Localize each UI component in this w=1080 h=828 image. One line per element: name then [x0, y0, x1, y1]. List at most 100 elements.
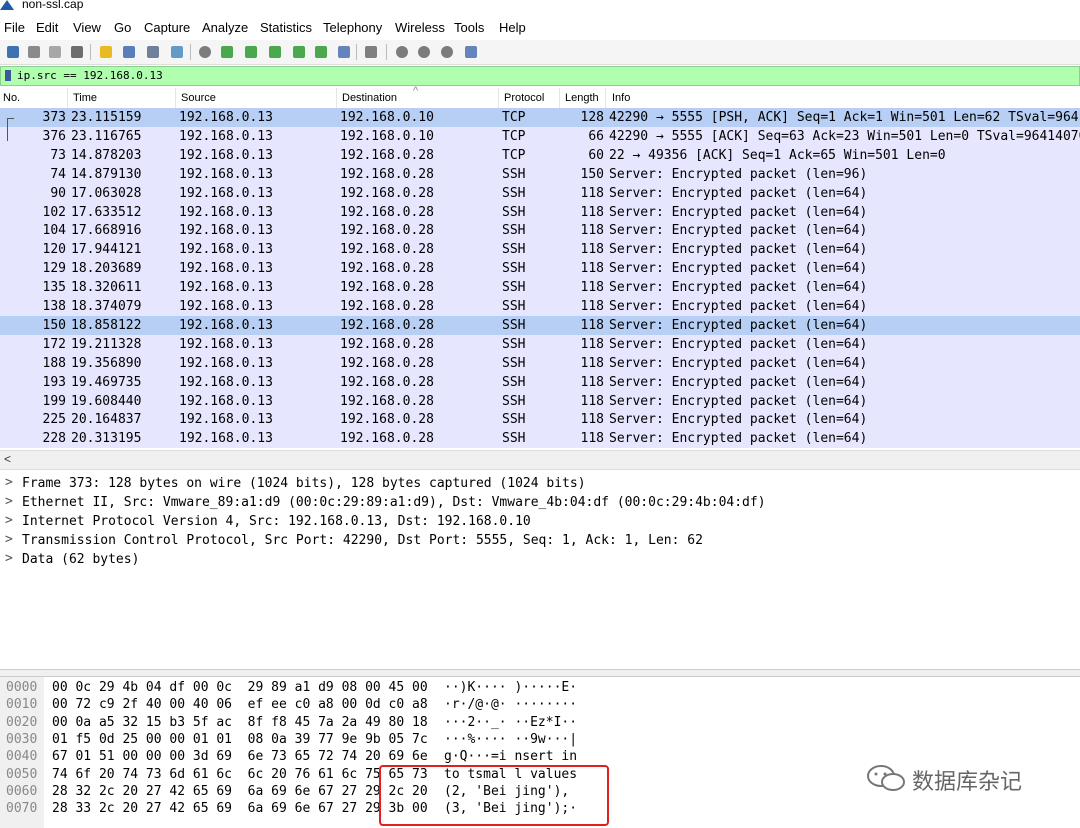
ascii-bytes[interactable]: ···2··_· ··Ez*I··: [444, 715, 577, 730]
packet-row[interactable]: 228 20.313195 192.168.0.13 192.168.0.28 SSH 1…: [0, 429, 1080, 449]
packet-len-cell: 150: [580, 166, 604, 182]
close-file-icon[interactable]: [144, 43, 162, 61]
packet-details[interactable]: > Frame 373: 128 bytes on wire (1024 bits…: [0, 470, 1080, 666]
packet-time-cell: 23.116765: [71, 128, 142, 144]
packet-time-cell: 20.313195: [71, 431, 142, 447]
hex-offset[interactable]: 0050: [6, 767, 37, 782]
shark-fin-start-icon[interactable]: [4, 43, 22, 61]
hex-bytes[interactable]: 74 6f 20 74 73 6d 61 6c 6c 20 76 61 6c 7…: [52, 767, 428, 782]
hex-bytes[interactable]: 00 0c 29 4b 04 df 00 0c 29 89 a1 d9 08 0…: [52, 680, 428, 695]
resize-columns-icon[interactable]: [462, 43, 480, 61]
packet-row[interactable]: 193 19.469735 192.168.0.13 192.168.0.28 SSH 1…: [0, 372, 1080, 392]
expand-arrow-icon[interactable]: >: [5, 494, 13, 509]
menu-capture[interactable]: Capture: [144, 20, 190, 35]
forward-icon[interactable]: [242, 43, 260, 61]
packet-row[interactable]: 73 14.878203 192.168.0.13 192.168.0.28 TCP 60…: [0, 145, 1080, 165]
autoscroll-icon[interactable]: [335, 43, 353, 61]
find-icon[interactable]: [196, 43, 214, 61]
save-icon[interactable]: [120, 43, 138, 61]
packet-row[interactable]: 104 17.668916 192.168.0.13 192.168.0.28 SSH 1…: [0, 221, 1080, 241]
stop-icon[interactable]: [25, 43, 43, 61]
expand-arrow-icon[interactable]: >: [5, 551, 13, 566]
packet-row[interactable]: 376 23.116765 192.168.0.13 192.168.0.10 TCP 6…: [0, 126, 1080, 146]
packet-row[interactable]: 225 20.164837 192.168.0.13 192.168.0.28 SSH 1…: [0, 410, 1080, 430]
packet-row[interactable]: 135 18.320611 192.168.0.13 192.168.0.28 SSH 1…: [0, 278, 1080, 298]
column-header-length[interactable]: Length: [565, 92, 599, 104]
options-icon[interactable]: [68, 43, 86, 61]
first-icon[interactable]: [290, 43, 308, 61]
pane-splitter[interactable]: [0, 669, 1080, 677]
column-header-info[interactable]: Info: [612, 92, 630, 104]
zoom-in-icon[interactable]: [393, 43, 411, 61]
menu-wireless[interactable]: Wireless: [395, 20, 445, 35]
ascii-bytes[interactable]: ··)K···· )·····E·: [444, 680, 577, 695]
ascii-bytes[interactable]: g·Q···=i nsert in: [444, 749, 577, 764]
column-header-source[interactable]: Source: [181, 92, 216, 104]
packet-len-cell: 118: [580, 280, 604, 296]
packet-row[interactable]: 102 17.633512 192.168.0.13 192.168.0.28 SSH 1…: [0, 202, 1080, 222]
menu-help[interactable]: Help: [499, 20, 526, 35]
packet-row[interactable]: 90 17.063028 192.168.0.13 192.168.0.28 SSH 11…: [0, 183, 1080, 203]
packet-no-cell: 193: [42, 374, 66, 390]
packet-list[interactable]: No. Time Source Destination ^ Protocol L…: [0, 85, 1080, 450]
colorize-icon[interactable]: [362, 43, 380, 61]
hex-offset[interactable]: 0020: [6, 715, 37, 730]
expand-arrow-icon[interactable]: >: [5, 532, 13, 547]
hex-bytes[interactable]: 01 f5 0d 25 00 00 01 01 08 0a 39 77 9e 9…: [52, 732, 428, 747]
back-icon[interactable]: [218, 43, 236, 61]
menu-go[interactable]: Go: [114, 20, 131, 35]
packet-row[interactable]: 199 19.608440 192.168.0.13 192.168.0.28 SSH 1…: [0, 391, 1080, 411]
hex-offset[interactable]: 0060: [6, 784, 37, 799]
packet-list-hscrollbar[interactable]: <: [0, 450, 1080, 470]
hex-offset[interactable]: 0070: [6, 801, 37, 816]
scroll-left-icon[interactable]: <: [4, 452, 11, 466]
expand-arrow-icon[interactable]: >: [5, 513, 13, 528]
menu-statistics[interactable]: Statistics: [260, 20, 312, 35]
menu-file[interactable]: File: [4, 20, 25, 35]
packet-row[interactable]: 129 18.203689 192.168.0.13 192.168.0.28 SSH 1…: [0, 259, 1080, 279]
column-header-no[interactable]: No.: [3, 92, 20, 104]
hex-bytes[interactable]: 00 72 c9 2f 40 00 40 06 ef ee c0 a8 00 0…: [52, 697, 428, 712]
packet-row[interactable]: 74 14.879130 192.168.0.13 192.168.0.28 SSH 15…: [0, 164, 1080, 184]
zoom-out-icon[interactable]: [415, 43, 433, 61]
hex-bytes[interactable]: 28 32 2c 20 27 42 65 69 6a 69 6e 67 27 2…: [52, 784, 428, 799]
watermark-text: 数据库杂记: [912, 769, 1023, 794]
reload-icon[interactable]: [168, 43, 186, 61]
ascii-bytes[interactable]: ·r·/@·@· ········: [444, 697, 577, 712]
packet-row[interactable]: 120 17.944121 192.168.0.13 192.168.0.28 SSH 1…: [0, 240, 1080, 260]
hex-bytes[interactable]: 28 33 2c 20 27 42 65 69 6a 69 6e 67 27 2…: [52, 801, 428, 816]
menu-analyze[interactable]: Analyze: [202, 20, 248, 35]
zoom-normal-icon[interactable]: [438, 43, 456, 61]
open-icon[interactable]: [97, 43, 115, 61]
hex-offset[interactable]: 0040: [6, 749, 37, 764]
hex-offset[interactable]: 0010: [6, 697, 37, 712]
menu-edit[interactable]: Edit: [36, 20, 58, 35]
packet-row[interactable]: 138 18.374079 192.168.0.13 192.168.0.28 SSH 1…: [0, 297, 1080, 316]
hex-bytes[interactable]: 00 0a a5 32 15 b3 5f ac 8f f8 45 7a 2a 4…: [52, 715, 428, 730]
hex-bytes[interactable]: 67 01 51 00 00 00 3d 69 6e 73 65 72 74 2…: [52, 749, 428, 764]
packet-row[interactable]: 172 19.211328 192.168.0.13 192.168.0.28 SSH 1…: [0, 334, 1080, 354]
column-header-destination[interactable]: Destination: [342, 92, 397, 104]
expand-arrow-icon[interactable]: >: [5, 475, 13, 490]
menu-tools[interactable]: Tools: [454, 20, 484, 35]
packet-row[interactable]: 150 18.858122 192.168.0.13 192.168.0.28 SSH 1…: [0, 315, 1080, 335]
column-header-time[interactable]: Time: [73, 92, 97, 104]
packet-row[interactable]: 188 19.356890 192.168.0.13 192.168.0.28 SSH 1…: [0, 353, 1080, 373]
goto-icon[interactable]: [266, 43, 284, 61]
hex-offset[interactable]: 0030: [6, 732, 37, 747]
menu-view[interactable]: View: [73, 20, 101, 35]
display-filter-bar[interactable]: ip.src == 192.168.0.13: [0, 66, 1080, 86]
hex-offset[interactable]: 0000: [6, 680, 37, 695]
restart-icon[interactable]: [46, 43, 64, 61]
menu-telephony[interactable]: Telephony: [323, 20, 382, 35]
packet-time-cell: 17.633512: [71, 204, 142, 220]
window-titlebar: non-ssl.cap: [0, 0, 1080, 12]
ascii-bytes[interactable]: ···%···· ··9w···|: [444, 732, 577, 747]
last-icon[interactable]: [312, 43, 330, 61]
packet-info-cell: 22 → 49356 [ACK] Seq=1 Ack=65 Win=501 Le…: [609, 147, 946, 163]
packet-no-cell: 172: [42, 336, 66, 352]
bookmark-icon[interactable]: [5, 70, 11, 81]
packet-row[interactable]: 373 23.115159 192.168.0.13 192.168.0.10 TCP 1…: [0, 108, 1080, 127]
display-filter-input[interactable]: ip.src == 192.168.0.13: [17, 69, 163, 82]
column-header-protocol[interactable]: Protocol: [504, 92, 544, 104]
